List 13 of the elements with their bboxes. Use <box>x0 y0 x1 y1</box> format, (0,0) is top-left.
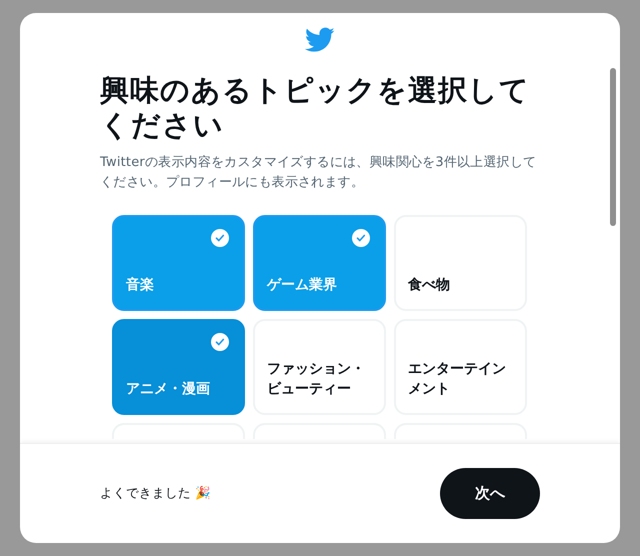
bird-logo-icon <box>305 27 335 53</box>
scrollbar-thumb[interactable] <box>610 68 616 226</box>
next-button[interactable]: 次へ <box>440 468 540 519</box>
success-message: よくできました 🎉 <box>100 485 211 502</box>
check-icon <box>211 229 229 247</box>
check-icon <box>352 229 370 247</box>
topic-card[interactable]: 食べ物 <box>394 215 527 311</box>
topic-card[interactable]: ファッション・ビューティー <box>253 319 386 415</box>
topic-card[interactable]: アニメ・漫画 <box>112 319 245 415</box>
description-text: Twitterの表示内容をカスタマイズするには、興味関心を3件以上選択してください。プロフィールにも表示されます。 <box>100 154 538 192</box>
topic-card[interactable]: エンターテインメント <box>394 319 527 415</box>
check-icon <box>211 333 229 351</box>
page-title: 興味のあるトピックを選択してください <box>100 73 531 143</box>
